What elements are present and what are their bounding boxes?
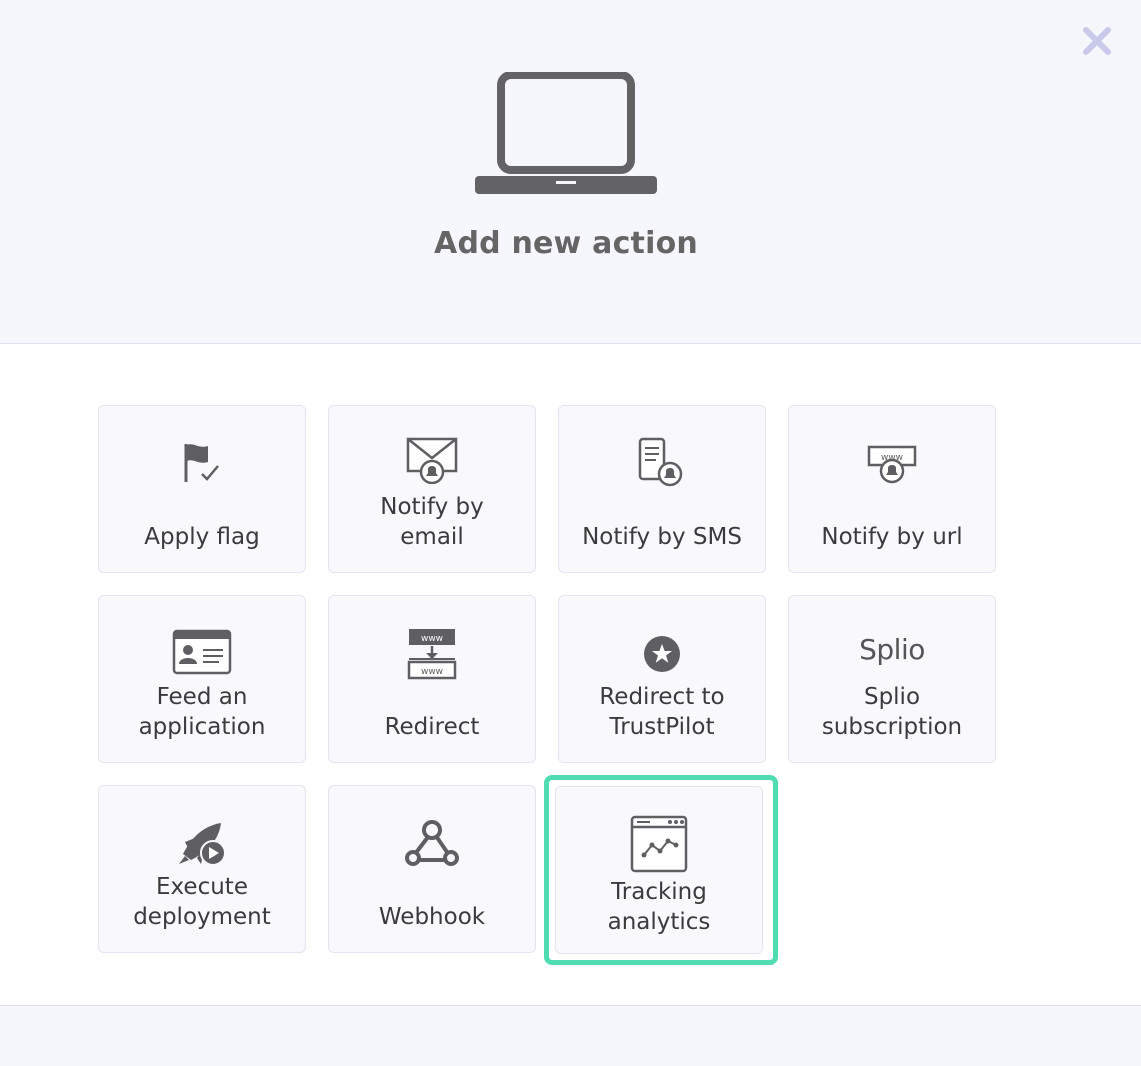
splio-logo: Splio [859,633,925,666]
action-label: Feed an application [138,684,266,740]
action-redirect[interactable]: www www Redirect [328,595,536,763]
action-feed-application[interactable]: Feed an application [98,595,306,763]
action-label: Notify by SMS [582,524,742,550]
tile-inner: Tracking analytics [555,786,763,954]
www-redirect-icon: www www [407,629,457,680]
modal-footer [0,1005,1141,1066]
action-label: Redirect to TrustPilot [599,684,725,740]
action-webhook[interactable]: Webhook [328,785,536,953]
application-card-icon [172,629,232,675]
action-label: Execute deployment [133,874,271,930]
action-tracking-analytics[interactable]: Tracking analytics [544,775,778,965]
action-execute-deployment[interactable]: Execute deployment [98,785,306,953]
svg-text:www: www [421,634,443,644]
rocket-play-icon [179,823,226,866]
action-redirect-trustpilot[interactable]: Redirect to TrustPilot [558,595,766,763]
www-bell-icon: www [867,445,917,484]
action-notify-sms[interactable]: Notify by SMS [558,405,766,573]
action-grid: Apply flag Notify by email Notify by SMS… [0,345,1141,1005]
action-label: Apply flag [144,524,260,550]
laptop-icon [475,72,657,194]
star-circle-icon [644,636,680,672]
action-splio-subscription[interactable]: Splio Splio subscription [788,595,996,763]
email-bell-icon [406,437,458,484]
action-label: Notify by url [821,524,963,550]
add-action-modal: Add new action Apply flag Notify by emai… [0,0,1141,1066]
flag-check-icon [184,444,219,482]
browser-chart-icon [630,815,688,873]
modal-header: Add new action [0,0,1141,344]
action-label: Splio subscription [821,684,963,740]
svg-text:www: www [421,667,443,677]
close-button[interactable] [1080,24,1114,58]
action-apply-flag[interactable]: Apply flag [98,405,306,573]
action-label: Webhook [378,904,486,930]
close-icon[interactable] [1080,24,1114,58]
webhook-icon [405,820,459,866]
action-label: Notify by email [380,494,484,550]
action-label: Tracking analytics [607,879,711,935]
action-notify-email[interactable]: Notify by email [328,405,536,573]
modal-title: Add new action [434,226,698,261]
action-notify-url[interactable]: www Notify by url [788,405,996,573]
action-label: Redirect [384,714,480,740]
sms-bell-icon [638,437,683,487]
